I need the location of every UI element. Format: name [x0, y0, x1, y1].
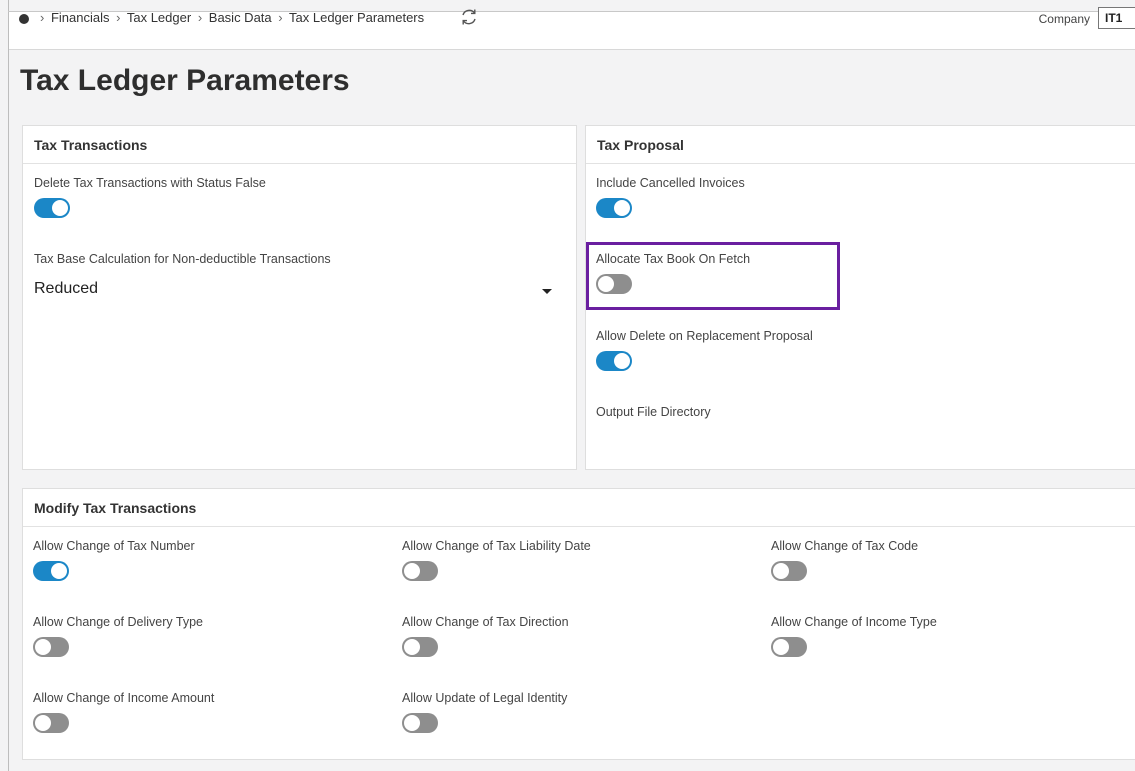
breadcrumb-separator-icon: › [116, 10, 121, 25]
tax-proposal-card: Tax Proposal Include Cancelled Invoices … [585, 125, 1135, 470]
tax-proposal-title: Tax Proposal [586, 126, 1135, 164]
modify-item-label: Allow Change of Income Amount [33, 691, 215, 705]
toggle-knob [773, 563, 789, 579]
breadcrumb-separator-icon: › [197, 10, 203, 25]
modify-item-toggle[interactable] [33, 561, 69, 581]
company-label: Company [1038, 12, 1090, 26]
toggle-knob [598, 276, 614, 292]
modify-item: Allow Change of Tax Code [771, 539, 918, 581]
toggle-knob [404, 639, 420, 655]
include-cancelled-toggle[interactable] [596, 198, 632, 218]
modify-item-label: Allow Change of Tax Number [33, 539, 195, 553]
toggle-knob [404, 715, 420, 731]
modify-item: Allow Change of Delivery Type [33, 615, 203, 657]
tax-transactions-title: Tax Transactions [23, 126, 576, 164]
modify-item-label: Allow Update of Legal Identity [402, 691, 568, 705]
toggle-knob [35, 715, 51, 731]
include-cancelled-field: Include Cancelled Invoices [596, 176, 745, 218]
modify-item: Allow Change of Income Type [771, 615, 937, 657]
refresh-icon[interactable] [459, 7, 479, 27]
home-icon[interactable] [19, 14, 29, 24]
allow-delete-replacement-field: Allow Delete on Replacement Proposal [596, 329, 813, 371]
allow-delete-replacement-toggle[interactable] [596, 351, 632, 371]
breadcrumb-separator-icon: › [40, 10, 45, 25]
tax-base-calc-label: Tax Base Calculation for Non-deductible … [34, 252, 331, 266]
modify-tax-transactions-title: Modify Tax Transactions [23, 489, 1135, 527]
modify-item: Allow Update of Legal Identity [402, 691, 567, 733]
modify-item-label: Allow Change of Tax Liability Date [402, 539, 591, 553]
breadcrumb-financials[interactable]: Financials [51, 10, 110, 25]
delete-status-false-label: Delete Tax Transactions with Status Fals… [34, 176, 266, 190]
toggle-knob [35, 639, 51, 655]
delete-status-false-field: Delete Tax Transactions with Status Fals… [34, 176, 266, 218]
modify-item-label: Allow Change of Tax Direction [402, 615, 569, 629]
toggle-knob [773, 639, 789, 655]
breadcrumb-separator-icon: › [278, 10, 283, 25]
modify-item-toggle[interactable] [33, 713, 69, 733]
modify-item-label: Allow Change of Tax Code [771, 539, 919, 553]
breadcrumb: › Financials › Tax Ledger › Basic Data ›… [37, 10, 424, 25]
modify-item-toggle[interactable] [402, 713, 438, 733]
modify-item-toggle[interactable] [402, 637, 438, 657]
page-title: Tax Ledger Parameters [20, 64, 350, 97]
breadcrumb-tax-ledger[interactable]: Tax Ledger [127, 10, 191, 25]
include-cancelled-label: Include Cancelled Invoices [596, 176, 745, 190]
modify-item-toggle[interactable] [402, 561, 438, 581]
window-left-border [8, 0, 9, 771]
tax-transactions-card: Tax Transactions Delete Tax Transactions… [22, 125, 577, 470]
toggle-knob [52, 200, 68, 216]
modify-item: Allow Change of Tax Direction [402, 615, 569, 657]
toggle-knob [404, 563, 420, 579]
tax-base-calc-select[interactable]: Reduced [34, 280, 554, 298]
toggle-knob [51, 563, 67, 579]
modify-item-toggle[interactable] [771, 561, 807, 581]
modify-item: Allow Change of Tax Number [33, 539, 195, 581]
chevron-down-icon[interactable] [542, 289, 552, 294]
toggle-knob [614, 200, 630, 216]
modify-item-label: Allow Change of Delivery Type [33, 615, 203, 629]
modify-tax-transactions-card: Modify Tax Transactions Allow Change of … [22, 488, 1135, 760]
modify-item: Allow Change of Income Amount [33, 691, 214, 733]
breadcrumb-current-page: Tax Ledger Parameters [289, 10, 425, 25]
breadcrumb-basic-data[interactable]: Basic Data [209, 10, 272, 25]
company-field[interactable]: IT1 [1098, 7, 1135, 29]
modify-item-toggle[interactable] [771, 637, 807, 657]
allocate-tax-book-toggle[interactable] [596, 274, 632, 294]
modify-item: Allow Change of Tax Liability Date [402, 539, 591, 581]
tax-base-calc-field: Tax Base Calculation for Non-deductible … [34, 252, 554, 298]
output-dir-field[interactable]: Output File Directory [596, 405, 711, 419]
allocate-tax-book-label: Allocate Tax Book On Fetch [596, 252, 751, 266]
modify-item-toggle[interactable] [33, 637, 69, 657]
modify-item-label: Allow Change of Income Type [771, 615, 937, 629]
delete-status-false-toggle[interactable] [34, 198, 70, 218]
output-dir-label: Output File Directory [596, 405, 711, 419]
allow-delete-replacement-label: Allow Delete on Replacement Proposal [596, 329, 813, 343]
toggle-knob [614, 353, 630, 369]
allocate-tax-book-field: Allocate Tax Book On Fetch [596, 252, 750, 294]
